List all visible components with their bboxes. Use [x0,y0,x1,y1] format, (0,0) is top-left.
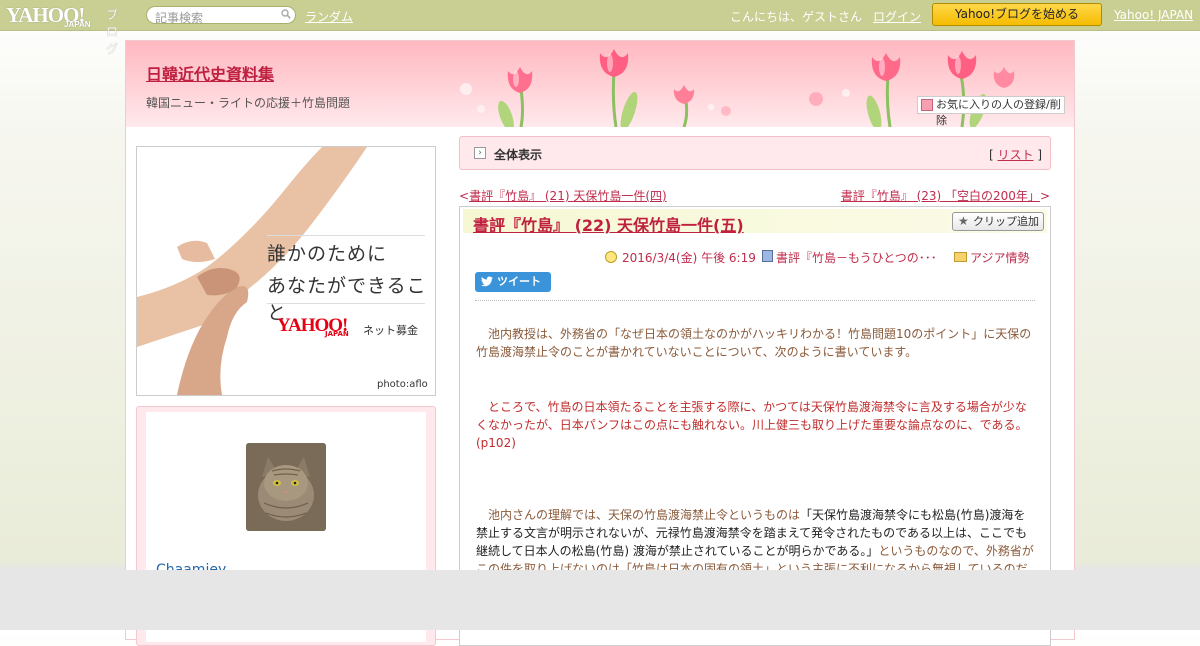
greeting-text: こんにちは、ゲストさん [730,10,863,24]
category-link[interactable]: アジア情勢 [970,249,1030,266]
random-link[interactable]: ランダム [305,8,353,25]
article-date-link[interactable]: 2016/3/4(金) 午後 6:19 [622,249,756,266]
blog-title[interactable]: 日韓近代史資料集 [146,61,274,85]
blog-header: 日韓近代史資料集 韓国ニュー・ライトの応援＋竹島問題 お気に入りの人の登録/削除 [126,41,1074,127]
blog-description: 韓国ニュー・ライトの応援＋竹島問題 [146,96,351,110]
ad-divider-top [267,235,425,236]
favorite-icon [921,99,933,111]
tweet-button[interactable]: ツイート [475,272,551,292]
ad-yahoo-logo-sub: JAPAN [325,330,349,338]
prev-article-link[interactable]: <書評『竹島』 (21) 天保竹島一件(四) [459,187,667,204]
twitter-bird-icon [481,276,493,287]
article-paragraph-1: 池内教授は、外務省の「なぜ日本の領土なのかがハッキリわかる！竹島問題10のポイン… [476,327,1032,359]
prev-arrow: < [459,189,470,203]
ad-service-name: ネット募金 [363,324,418,337]
article-quote-paragraph: ところで、竹島の日本領たることを主張する際に、かつては天保竹島渡海禁令に言及する… [476,400,1028,450]
logo-sub-text: JAPAN [64,20,91,29]
ad-photo-credit: photo:aflo [377,379,428,390]
blog-container: 日韓近代史資料集 韓国ニュー・ライトの応援＋竹島問題 お気に入りの人の登録/削除… [125,40,1075,646]
yahoo-japan-link[interactable]: Yahoo! JAPAN [1114,8,1193,22]
article-divider [475,300,1035,301]
favorite-register-button[interactable]: お気に入りの人の登録/削除 [917,96,1065,127]
ad-divider-bottom [267,303,425,304]
list-link[interactable]: リスト [997,148,1033,162]
search-box[interactable]: 記事検索 [146,6,296,25]
next-article-link[interactable]: 書評『竹島』 (23) 「空白の200年」> [841,187,1050,204]
view-all-label[interactable]: 全体表示 [494,146,542,163]
charity-ad-banner[interactable]: 誰かのために あなたができること YAHOO! JAPAN ネット募金 phot… [136,146,436,396]
clock-icon [605,251,617,263]
view-all-bar: › 全体表示 [ リスト ] [459,136,1051,170]
yahoo-blog-logo[interactable]: YAHOO! JAPAN ブログ [6,3,118,56]
cat-avatar-image [246,443,326,531]
clip-add-label: クリップ追加 [973,215,1039,228]
book-icon [762,250,773,262]
expand-icon: › [474,147,486,159]
logo-blog-text: ブログ [106,8,119,56]
book-category-link[interactable]: 書評『竹島－もうひとつの･･･ [776,249,937,266]
search-icon[interactable] [281,9,291,19]
article-title-bar: 書評『竹島』 (22) 天保竹島一件(五) ★ クリップ追加 [463,209,1047,236]
tweet-label: ツイート [497,275,541,288]
folder-icon [954,252,967,262]
prev-article-label: 書評『竹島』 (21) 天保竹島一件(四) [469,189,667,203]
list-link-wrapper: [ リスト ] [988,148,1042,162]
page-bottom-band [0,570,1200,630]
next-arrow: > [1039,189,1050,203]
star-icon: ★ [958,214,969,228]
search-placeholder: 記事検索 [155,11,204,25]
clip-add-button[interactable]: ★ クリップ追加 [952,212,1044,231]
start-blog-button[interactable]: Yahoo!ブログを始める [932,3,1102,26]
avatar[interactable] [246,443,326,531]
article-title[interactable]: 書評『竹島』 (22) 天保竹島一件(五) [473,212,744,236]
global-header: YAHOO! JAPAN ブログ 記事検索 ランダム こんにちは、ゲストさん ロ… [0,0,1200,56]
next-article-label: 書評『竹島』 (23) 「空白の200年」 [840,189,1040,203]
ad-headline-1: 誰かのために [267,243,388,265]
login-link[interactable]: ログイン [873,8,921,25]
paragraph-3-intro: 池内さんの理解では、天保の竹島渡海禁止令というものは [476,508,801,522]
